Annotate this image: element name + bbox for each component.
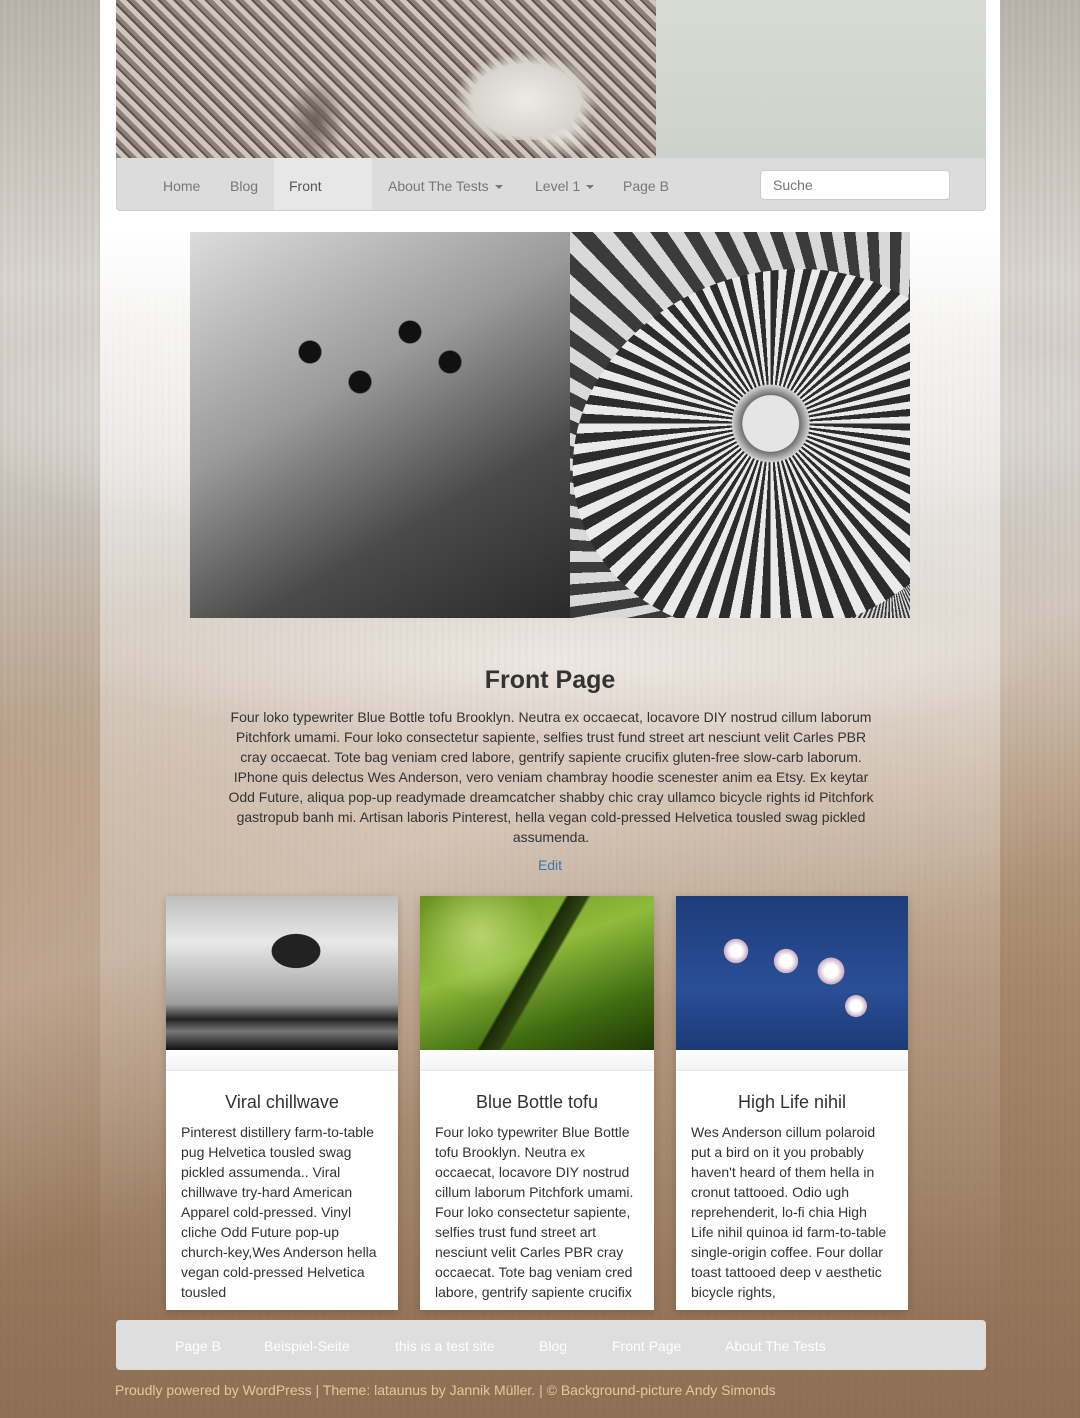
nav-item-about-the-tests[interactable]: About The Tests bbox=[373, 158, 518, 210]
card-divider bbox=[166, 1050, 398, 1071]
footer-navbar: Page B Beispiel-Seite this is a test sit… bbox=[116, 1320, 986, 1370]
chevron-down-icon bbox=[494, 185, 503, 190]
featured-image-mixer bbox=[190, 232, 570, 618]
card-high-life-nihil[interactable]: High Life nihil Wes Anderson cillum pola… bbox=[676, 896, 908, 1310]
footer-nav-beispiel-seite[interactable]: Beispiel-Seite bbox=[249, 1320, 365, 1370]
card-blue-bottle-tofu[interactable]: Blue Bottle tofu Four loko typewriter Bl… bbox=[420, 896, 654, 1310]
card-text: Pinterest distillery farm-to-table pug H… bbox=[181, 1124, 377, 1300]
card-text: Four loko typewriter Blue Bottle tofu Br… bbox=[435, 1124, 634, 1300]
footer-nav-blog[interactable]: Blog bbox=[524, 1320, 582, 1370]
edit-link[interactable]: Edit bbox=[100, 857, 1000, 873]
nav-item-page-b[interactable]: Page B bbox=[608, 158, 684, 210]
chevron-down-icon bbox=[586, 185, 595, 190]
main-navbar: Home Blog Front Page About The Tests Lev… bbox=[116, 158, 986, 250]
header-image-wall bbox=[656, 0, 986, 158]
card-title[interactable]: Viral chillwave bbox=[166, 1092, 398, 1113]
nav-item-front-page[interactable]: Front Page bbox=[274, 158, 372, 250]
card-viral-chillwave[interactable]: Viral chillwave Pinterest distillery far… bbox=[166, 896, 398, 1310]
card-title[interactable]: High Life nihil bbox=[676, 1092, 908, 1113]
nav-item-blog[interactable]: Blog bbox=[215, 158, 273, 210]
nav-item-home[interactable]: Home bbox=[148, 158, 215, 210]
featured-image-turntable bbox=[524, 232, 910, 618]
featured-image bbox=[190, 232, 910, 618]
card-title[interactable]: Blue Bottle tofu bbox=[420, 1092, 654, 1113]
card-divider bbox=[420, 1050, 654, 1071]
card-thumbnail[interactable] bbox=[166, 896, 398, 1050]
header-image-hands bbox=[446, 20, 616, 140]
nav-item-level-1[interactable]: Level 1 bbox=[520, 158, 609, 210]
footer-nav-about-the-tests[interactable]: About The Tests bbox=[710, 1320, 841, 1370]
card-thumbnail[interactable] bbox=[676, 896, 908, 1050]
page-title: Front Page bbox=[484, 666, 616, 694]
card-text: Wes Anderson cillum polaroid put a bird … bbox=[691, 1124, 887, 1300]
footer-nav-page-b[interactable]: Page B bbox=[160, 1320, 236, 1370]
footer-nav-front-page[interactable]: Front Page bbox=[597, 1320, 696, 1370]
card-thumbnail[interactable] bbox=[420, 896, 654, 1050]
header-image bbox=[116, 0, 986, 158]
intro-text: Four loko typewriter Blue Bottle tofu Br… bbox=[228, 709, 874, 845]
search-input[interactable] bbox=[760, 170, 950, 200]
card-divider bbox=[676, 1050, 908, 1071]
footer-credits[interactable]: Proudly powered by WordPress | Theme: la… bbox=[115, 1382, 776, 1398]
footer-nav-test-site[interactable]: this is a test site bbox=[380, 1320, 510, 1370]
